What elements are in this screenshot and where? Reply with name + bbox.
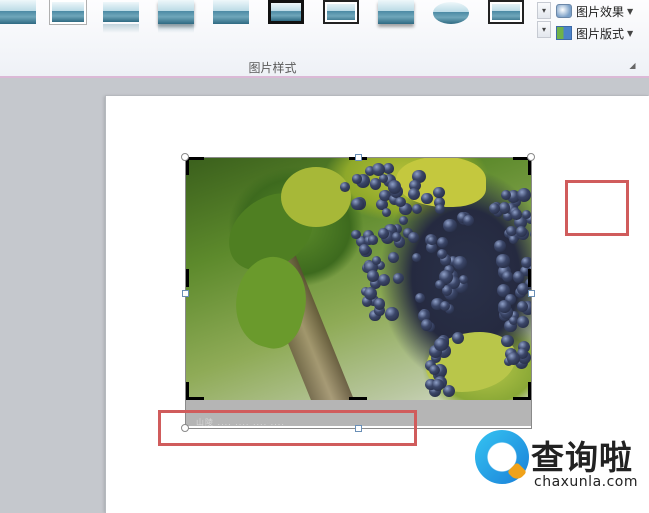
grape-berry xyxy=(364,286,378,300)
grape-berry xyxy=(358,244,370,255)
grape-berry xyxy=(462,215,474,227)
picture-effects-button[interactable]: 图片效果 ▼ xyxy=(556,2,633,20)
grape-berry xyxy=(412,253,422,263)
picture-layout-icon xyxy=(556,26,572,40)
grape-berry xyxy=(392,272,404,284)
crop-handle-left[interactable] xyxy=(186,269,189,287)
grape-berry xyxy=(351,229,361,239)
picture-styles-group-label: 图片样式 xyxy=(248,61,297,75)
grape-berry xyxy=(436,237,448,249)
watermark-brand: 查询啦 xyxy=(531,438,633,477)
grape-berry xyxy=(411,204,422,215)
resize-handle-left[interactable] xyxy=(182,290,189,297)
resize-handle-right[interactable] xyxy=(528,290,535,297)
grape-berry xyxy=(452,256,467,271)
grape-berry xyxy=(398,215,409,226)
crop-handle-bottom[interactable] xyxy=(349,397,367,400)
annotation-highlight-box xyxy=(565,180,629,236)
reflection-decoration xyxy=(158,24,194,33)
grape-berry xyxy=(434,204,445,214)
ribbon-divider xyxy=(0,76,649,78)
annotation-highlight-box xyxy=(158,410,417,446)
chevron-down-icon: ▼ xyxy=(627,28,634,38)
picture-style-1[interactable] xyxy=(0,0,36,24)
grape-berry xyxy=(371,255,382,266)
grape-berry xyxy=(501,334,514,347)
grape-berry xyxy=(433,187,445,199)
grape-berry xyxy=(529,229,531,240)
grape-berry xyxy=(517,315,530,328)
grape-berry xyxy=(496,254,510,268)
picture-style-5[interactable] xyxy=(213,0,249,24)
picture-style-3[interactable] xyxy=(103,2,139,22)
grape-berry xyxy=(439,300,450,311)
reflection-decoration xyxy=(103,24,139,33)
grape-berry xyxy=(339,182,350,193)
resize-handle-top[interactable] xyxy=(355,154,362,161)
crop-handle-bottom-left[interactable] xyxy=(186,382,189,400)
grape-berry xyxy=(420,319,433,331)
grape-berry xyxy=(378,274,391,287)
grape-berry xyxy=(443,218,457,233)
picture-styles-gallery xyxy=(0,0,533,40)
grape-berry xyxy=(408,187,421,200)
grape-berry xyxy=(408,231,420,243)
grape-berry xyxy=(352,174,362,184)
grape-berry xyxy=(378,227,390,239)
gallery-more-button[interactable]: ▾ xyxy=(537,21,551,38)
grape-berry xyxy=(427,235,437,245)
chevron-down-icon: ▼ xyxy=(627,6,634,16)
watermark-url: chaxunla.com xyxy=(534,474,638,490)
grape-berry xyxy=(512,271,524,283)
grape-berry xyxy=(414,292,426,304)
resize-handle-top-right[interactable] xyxy=(527,153,535,161)
crop-handle-right[interactable] xyxy=(528,269,531,287)
ribbon: ▾ ▾ 图片效果 ▼ 图片版式 ▼ 图片样式 ◢ xyxy=(0,0,649,77)
picture-style-7[interactable] xyxy=(323,0,359,24)
grape-berry xyxy=(366,269,379,282)
picture-style-10[interactable] xyxy=(488,0,524,24)
picture-effects-icon xyxy=(556,4,572,18)
grape-berry xyxy=(500,190,511,200)
grape-berry xyxy=(387,252,399,264)
picture-style-6[interactable] xyxy=(268,0,304,24)
grape-berry xyxy=(517,187,531,202)
picture-style-8[interactable] xyxy=(378,0,414,24)
grape-berry xyxy=(511,209,522,220)
gallery-scroll-up-button[interactable]: ▾ xyxy=(537,2,551,19)
grape-berry xyxy=(382,207,392,217)
picture-style-9[interactable] xyxy=(433,2,469,24)
grape-berry xyxy=(373,297,386,310)
picture-style-2[interactable] xyxy=(50,0,86,24)
grape-berry xyxy=(452,331,464,344)
grape-berry xyxy=(420,192,433,205)
picture-style-4[interactable] xyxy=(158,0,194,24)
resize-handle-top-left[interactable] xyxy=(181,153,189,161)
picture-layout-label: 图片版式 xyxy=(576,26,625,41)
picture-effects-label: 图片效果 xyxy=(576,4,625,19)
grape-berry xyxy=(498,300,511,313)
grape-berry xyxy=(506,351,521,366)
dialog-launcher-icon[interactable]: ◢ xyxy=(628,61,637,70)
grape-berry xyxy=(387,180,402,194)
grape-berry xyxy=(522,209,531,219)
grape-berry xyxy=(372,163,385,177)
picture-layout-button[interactable]: 图片版式 ▼ xyxy=(556,24,633,42)
grape-berry xyxy=(369,178,382,190)
grape-berry xyxy=(493,239,506,252)
grape-berry xyxy=(395,196,406,207)
grapes-photo[interactable] xyxy=(186,157,531,400)
crop-handle-bottom-right[interactable] xyxy=(528,382,531,400)
grape-berry xyxy=(385,307,399,321)
grape-berry xyxy=(521,257,531,269)
leaf-shape xyxy=(281,167,351,227)
grape-berry xyxy=(502,271,514,283)
grape-berry xyxy=(368,235,378,245)
